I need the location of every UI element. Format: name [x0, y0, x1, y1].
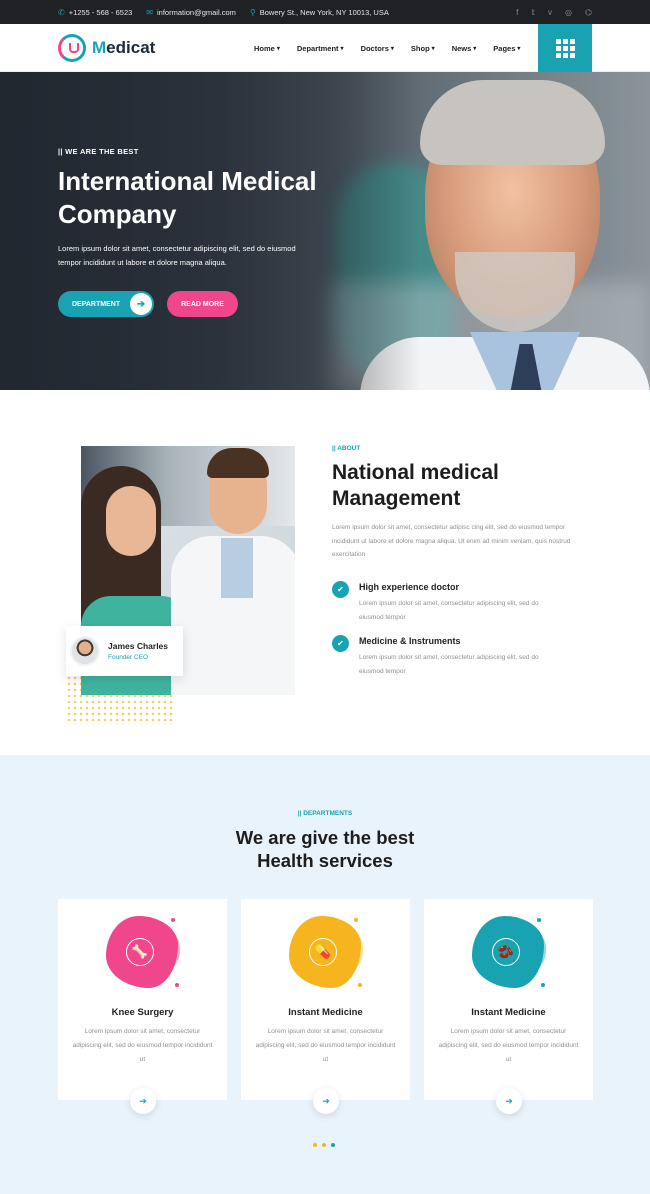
feature-title: Medicine & Instruments	[359, 636, 461, 646]
chevron-down-icon: ▾	[390, 45, 394, 52]
medicine-bottle-icon: 💊	[309, 938, 337, 966]
arrow-right-icon[interactable]: ➔	[313, 1088, 339, 1114]
pagination-dot[interactable]	[322, 1143, 326, 1147]
departments-title-line2: Health services	[257, 850, 393, 871]
feature-title: High experience doctor	[359, 582, 460, 592]
decor-dot	[175, 983, 179, 987]
departments-title: We are give the best Health services	[0, 826, 650, 872]
logo-text: Medicat	[92, 38, 156, 57]
read-more-button[interactable]: READ MORE	[167, 291, 238, 317]
departments-title-line1: We are give the best	[235, 827, 415, 848]
carousel-pagination	[313, 1143, 335, 1147]
department-button[interactable]: DEPARTMENT ➔	[58, 291, 154, 317]
location-pin-icon: ⚲	[249, 7, 256, 17]
hero-banner: || WE ARE THE BEST International Medical…	[0, 72, 650, 390]
address-text: Bowery St., New York, NY 10013, USA	[259, 7, 389, 17]
nav-item-news[interactable]: News ▾	[452, 44, 477, 53]
decor-dot	[171, 918, 175, 922]
decor-dot	[358, 983, 362, 987]
logo-icon	[58, 34, 86, 62]
decor-dot	[541, 983, 545, 987]
vimeo-icon[interactable]: v	[548, 8, 552, 17]
about-title: National medical Management	[332, 461, 499, 510]
nav-item-pages[interactable]: Pages ▾	[493, 44, 520, 53]
email-text: information@gmail.com	[157, 7, 236, 17]
founder-role: Founder CEO	[108, 654, 149, 661]
founder-name: James Charles	[108, 641, 169, 651]
nav-item-doctors[interactable]: Doctors ▾	[361, 44, 394, 53]
hero-overlay	[0, 72, 420, 390]
main-menu: Home ▾ Department ▾ Doctors ▾ Shop ▾ News ▾ P…	[254, 24, 520, 72]
departments-label: || DEPARTMENTS	[297, 810, 353, 817]
departments-section: || DEPARTMENTS We are give the best Healt…	[0, 755, 650, 1194]
department-card[interactable]: 🫘 Instant Medicine Lorem ipsum dolor sit…	[424, 899, 593, 1114]
feature-description: Lorem ipsum dolor sit amet, consectetur …	[359, 654, 539, 675]
chevron-down-icon: ▾	[431, 45, 435, 52]
doctor-hair	[420, 80, 605, 165]
main-navbar: Medicat Home ▾ Department ▾ Doctors ▾ Shop ▾…	[0, 24, 650, 72]
decor-dot	[537, 918, 541, 922]
hero-description: Lorem ipsum dolor sit amet, consectetur …	[58, 244, 296, 267]
hero-title: International Medical Company	[58, 166, 317, 229]
skype-icon[interactable]: ◎	[565, 8, 572, 17]
chevron-down-icon: ▾	[517, 45, 521, 52]
kidney-icon: 🫘	[492, 938, 520, 966]
mail-icon: ✉	[146, 7, 153, 17]
address-info: ⚲ Bowery St., New York, NY 10013, USA	[250, 8, 389, 17]
facebook-icon[interactable]: f	[516, 8, 518, 17]
social-links: f 𝕥 v ◎ ⌬	[516, 0, 592, 24]
rss-icon[interactable]: ⌬	[585, 8, 592, 17]
founder-badge: James Charles Founder CEO	[66, 626, 183, 676]
chevron-down-icon: ▾	[276, 45, 280, 52]
hero-tagline: || WE ARE THE BEST	[58, 147, 139, 156]
check-icon: ✔	[332, 635, 349, 652]
feature-description: Lorem ipsum dolor sit amet, consectetur …	[359, 600, 539, 621]
pagination-dot[interactable]	[313, 1143, 317, 1147]
pagination-dot-active[interactable]	[331, 1143, 335, 1147]
phone-icon: ✆	[58, 7, 65, 17]
about-paragraph: Lorem ipsum dolor sit amet, consectetur …	[332, 524, 571, 558]
grid-icon	[555, 38, 575, 58]
card-description: Lorem ipsum dolor sit amet, consectetur …	[255, 1028, 396, 1063]
nav-item-department[interactable]: Department ▾	[297, 44, 344, 53]
department-button-label: DEPARTMENT	[72, 300, 121, 308]
card-title: Knee Surgery	[111, 1007, 174, 1018]
knee-bone-icon: 🦴	[126, 938, 154, 966]
nav-item-home[interactable]: Home ▾	[254, 44, 280, 53]
site-logo[interactable]: Medicat	[58, 34, 155, 62]
arrow-right-icon: ➔	[130, 293, 152, 315]
card-description: Lorem ipsum dolor sit amet, consectetur …	[72, 1028, 213, 1063]
twitter-icon[interactable]: 𝕥	[531, 8, 535, 17]
grid-menu-button[interactable]	[538, 24, 592, 72]
about-label: || ABOUT	[332, 445, 361, 452]
arrow-right-icon[interactable]: ➔	[130, 1088, 156, 1114]
chevron-down-icon: ▾	[473, 45, 477, 52]
department-card[interactable]: 💊 Instant Medicine Lorem ipsum dolor sit…	[241, 899, 410, 1114]
email-info[interactable]: ✉ information@gmail.com	[146, 8, 236, 17]
phone-info[interactable]: ✆ +1255 - 568 - 6523	[58, 8, 132, 17]
top-info-bar: ✆ +1255 - 568 - 6523 ✉ information@gmail.c…	[0, 0, 650, 24]
nav-item-shop[interactable]: Shop ▾	[411, 44, 435, 53]
phone-text: +1255 - 568 - 6523	[68, 7, 133, 17]
card-title: Instant Medicine	[288, 1007, 363, 1018]
chevron-down-icon: ▾	[340, 45, 344, 52]
check-icon: ✔	[332, 581, 349, 598]
card-title: Instant Medicine	[471, 1007, 546, 1018]
about-section: James Charles Founder CEO || ABOUT Natio…	[0, 390, 650, 755]
avatar	[70, 636, 100, 666]
decor-dot	[354, 918, 358, 922]
nurse-face	[106, 486, 156, 556]
department-card[interactable]: 🦴 Knee Surgery Lorem ipsum dolor sit ame…	[58, 899, 227, 1114]
doctor-shirt-small	[221, 538, 253, 598]
arrow-right-icon[interactable]: ➔	[496, 1088, 522, 1114]
card-description: Lorem ipsum dolor sit amet, consectetur …	[438, 1028, 579, 1063]
